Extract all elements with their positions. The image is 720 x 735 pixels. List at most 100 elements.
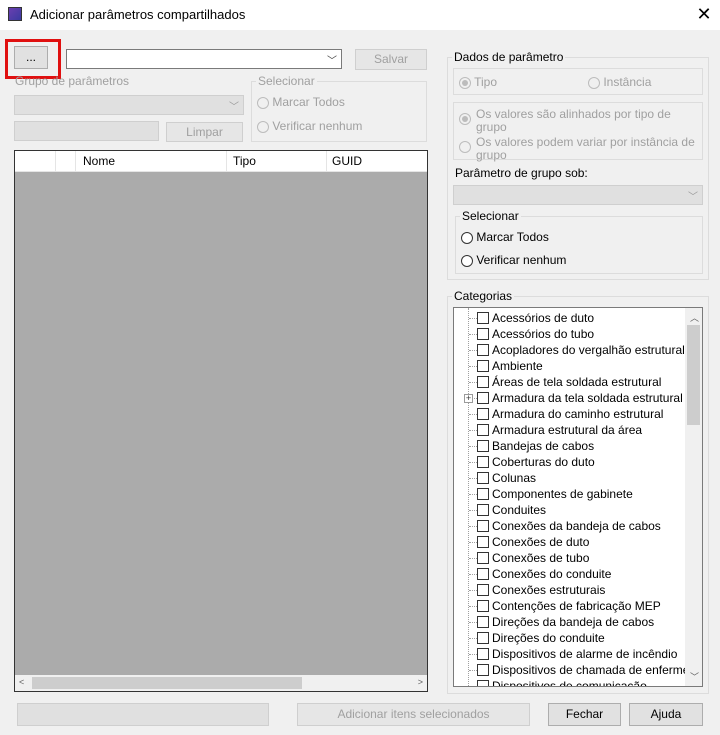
category-checkbox[interactable] <box>477 680 489 686</box>
chevron-up-icon[interactable]: ︿ <box>690 311 699 324</box>
category-item[interactable]: Conexões de tubo <box>454 550 686 566</box>
close-button[interactable]: Fechar <box>548 703 621 726</box>
category-item[interactable]: Acessórios de duto <box>454 310 686 326</box>
chevron-down-icon[interactable]: ﹀ <box>690 670 699 683</box>
scroll-thumb[interactable] <box>687 325 700 425</box>
category-checkbox[interactable] <box>477 632 489 644</box>
category-checkbox[interactable] <box>477 328 489 340</box>
category-item[interactable]: Coberturas do duto <box>454 454 686 470</box>
check-all-label-right: Marcar Todos <box>476 230 549 244</box>
vertical-scrollbar[interactable]: ︿ ﹀ <box>685 308 702 686</box>
category-checkbox[interactable] <box>477 488 489 500</box>
category-item[interactable]: Direções do conduite <box>454 630 686 646</box>
category-checkbox[interactable] <box>477 408 489 420</box>
category-item[interactable]: Dispositivos de alarme de incêndio <box>454 646 686 662</box>
category-label: Colunas <box>492 471 537 485</box>
tree-line <box>469 446 477 447</box>
category-item[interactable]: + Armadura da tela soldada estrutural <box>454 390 686 406</box>
chevron-left-icon[interactable]: < <box>19 677 24 687</box>
category-checkbox[interactable] <box>477 344 489 356</box>
category-checkbox[interactable] <box>477 360 489 372</box>
categories-tree[interactable]: Acessórios de duto Acessórios do tubo Acop… <box>453 307 703 687</box>
check-none-label-left: Verificar nenhum <box>272 119 363 133</box>
category-checkbox[interactable] <box>477 648 489 660</box>
category-checkbox[interactable] <box>477 424 489 436</box>
column-header-guid[interactable]: GUID <box>332 154 362 168</box>
add-selected-button[interactable]: Adicionar itens selecionados <box>297 703 530 726</box>
category-item[interactable]: Conduites <box>454 502 686 518</box>
grid-header: Nome Tipo GUID <box>15 151 427 172</box>
category-item[interactable]: Contenções de fabricação MEP <box>454 598 686 614</box>
check-none-radio-left[interactable]: Verificar nenhum <box>257 119 362 133</box>
category-checkbox[interactable] <box>477 584 489 596</box>
category-checkbox[interactable] <box>477 440 489 452</box>
radio-icon <box>257 120 269 133</box>
radio-icon <box>459 76 471 89</box>
check-all-radio-left[interactable]: Marcar Todos <box>257 95 345 109</box>
help-button[interactable]: Ajuda <box>629 703 703 726</box>
check-none-radio-right[interactable]: Verificar nenhum <box>461 253 566 267</box>
category-checkbox[interactable] <box>477 472 489 484</box>
category-item[interactable]: Armadura do caminho estrutural <box>454 406 686 422</box>
category-checkbox[interactable] <box>477 456 489 468</box>
category-item[interactable]: Conexões de duto <box>454 534 686 550</box>
expand-icon[interactable]: + <box>464 394 473 403</box>
category-item[interactable]: Dispositivos de chamada de enfermeira <box>454 662 702 678</box>
clear-button[interactable]: Limpar <box>166 122 243 142</box>
category-label: Ambiente <box>492 359 543 373</box>
category-checkbox[interactable] <box>477 664 489 676</box>
tree-line <box>469 686 477 687</box>
category-checkbox[interactable] <box>477 392 489 404</box>
category-item[interactable]: Componentes de gabinete <box>454 486 686 502</box>
category-checkbox[interactable] <box>477 600 489 612</box>
save-button[interactable]: Salvar <box>355 49 427 70</box>
category-item[interactable]: Ambiente <box>454 358 686 374</box>
tree-line <box>469 542 477 543</box>
category-item[interactable]: Colunas <box>454 470 686 486</box>
parameter-grid[interactable]: Nome Tipo GUID < > <box>14 150 428 692</box>
category-item[interactable]: Acopladores do vergalhão estrutural <box>454 342 686 358</box>
radio-icon <box>459 141 471 153</box>
param-group-combo[interactable]: ﹀ <box>14 95 244 115</box>
category-checkbox[interactable] <box>477 312 489 324</box>
param-group-label: Grupo de parâmetros <box>15 74 130 88</box>
param-filter-input[interactable] <box>14 121 159 141</box>
category-checkbox[interactable] <box>477 504 489 516</box>
instance-radio[interactable]: Instância <box>588 75 651 89</box>
category-item[interactable]: Conexões do conduite <box>454 566 686 582</box>
category-item[interactable]: Armadura estrutural da área <box>454 422 686 438</box>
column-header-name[interactable]: Nome <box>83 154 115 168</box>
tree-line <box>469 654 477 655</box>
category-item[interactable]: Bandejas de cabos <box>454 438 686 454</box>
category-item[interactable]: Direções da bandeja de cabos <box>454 614 686 630</box>
shared-file-combo[interactable]: ﹀ <box>66 49 342 69</box>
column-header-type[interactable]: Tipo <box>233 154 256 168</box>
category-item[interactable]: Acessórios do tubo <box>454 326 686 342</box>
category-label: Componentes de gabinete <box>492 487 633 501</box>
tree-line <box>469 638 477 639</box>
category-item[interactable]: Conexões estruturais <box>454 582 686 598</box>
category-checkbox[interactable] <box>477 520 489 532</box>
category-item[interactable]: Conexões da bandeja de cabos <box>454 518 686 534</box>
group-under-combo[interactable]: ﹀ <box>453 185 703 205</box>
category-checkbox[interactable] <box>477 376 489 388</box>
category-checkbox[interactable] <box>477 616 489 628</box>
category-item[interactable]: Áreas de tela soldada estrutural <box>454 374 686 390</box>
category-label: Áreas de tela soldada estrutural <box>492 375 662 389</box>
category-checkbox[interactable] <box>477 552 489 564</box>
horizontal-scrollbar[interactable]: < > <box>15 675 427 691</box>
check-none-label-right: Verificar nenhum <box>476 253 567 267</box>
chevron-right-icon[interactable]: > <box>418 677 423 687</box>
tree-line <box>469 414 477 415</box>
highlight-box <box>5 39 61 79</box>
scroll-thumb[interactable] <box>32 677 302 689</box>
tree-line <box>469 334 477 335</box>
category-label: Direções do conduite <box>492 631 605 645</box>
category-checkbox[interactable] <box>477 536 489 548</box>
chevron-down-icon: ﹀ <box>327 56 337 67</box>
category-item[interactable]: Dispositivos de comunicação <box>454 678 686 687</box>
check-all-radio-right[interactable]: Marcar Todos <box>461 230 549 244</box>
category-checkbox[interactable] <box>477 568 489 580</box>
close-icon[interactable]: ✕ <box>694 3 714 25</box>
type-radio[interactable]: Tipo <box>459 75 497 89</box>
